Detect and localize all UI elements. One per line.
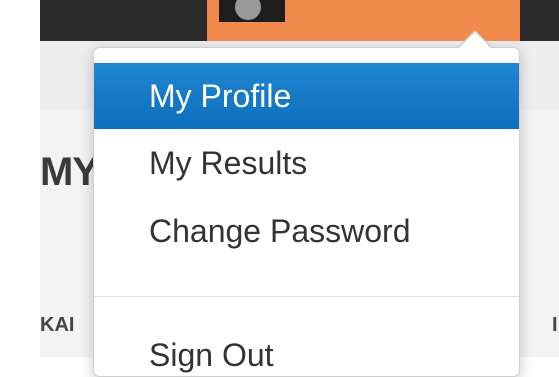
page-margin <box>0 0 40 357</box>
column-label-right: I <box>552 314 558 336</box>
menu-divider <box>94 296 519 297</box>
avatar[interactable] <box>219 0 285 22</box>
dropdown-caret <box>459 32 491 48</box>
menu-item-change-password[interactable]: Change Password <box>94 198 519 264</box>
menu-item-sign-out[interactable]: Sign Out <box>94 322 519 376</box>
column-label-left: KAI <box>40 314 75 336</box>
page-title: MY <box>40 150 99 194</box>
avatar-face-icon <box>235 0 261 20</box>
menu-item-my-profile[interactable]: My Profile <box>94 63 519 129</box>
menu-item-my-results[interactable]: My Results <box>94 130 519 196</box>
user-dropdown-menu: My Profile My Results Change Password Si… <box>93 47 520 377</box>
